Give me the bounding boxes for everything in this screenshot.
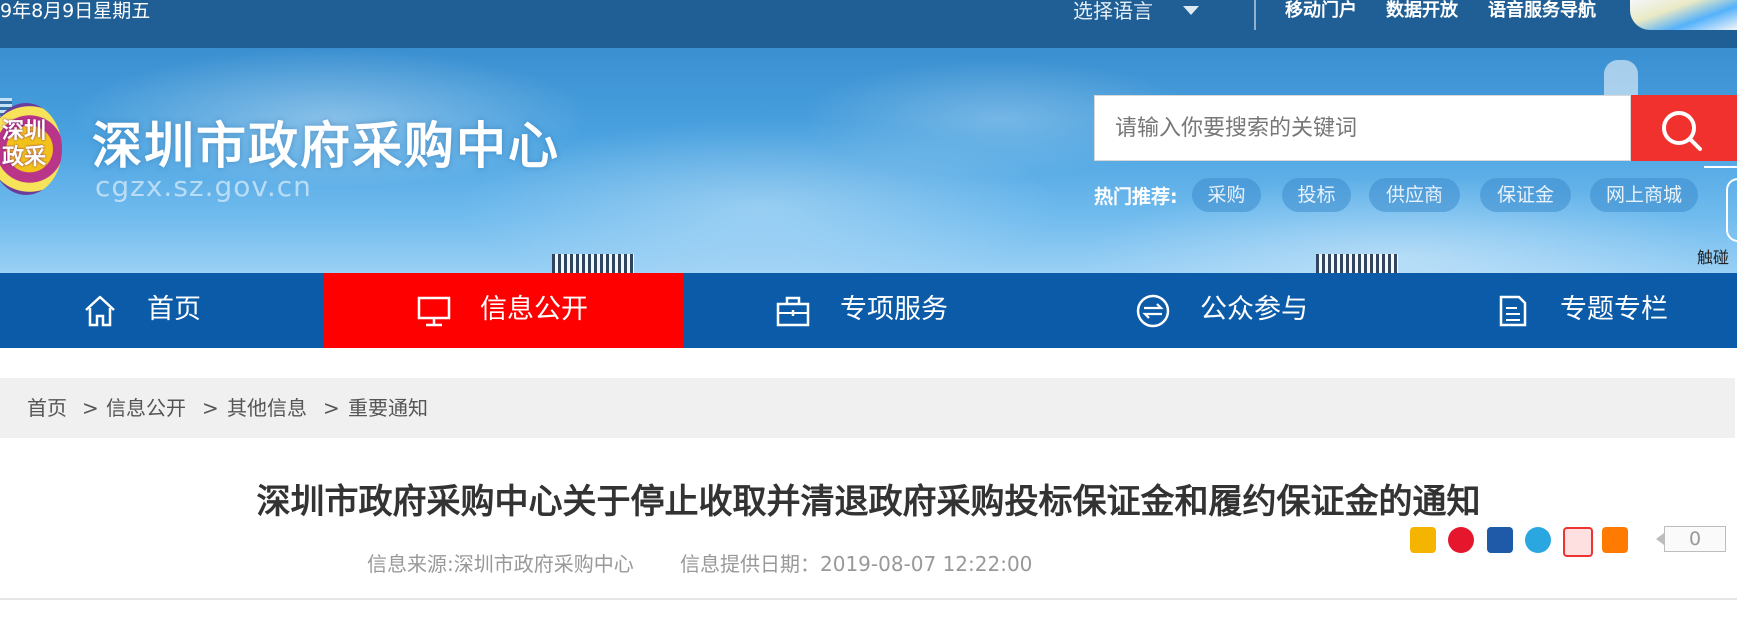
search-input[interactable] (1095, 96, 1630, 160)
nav-label: 首页 (147, 294, 201, 325)
breadcrumb-home[interactable]: 首页 (27, 378, 67, 438)
qr-code-icon (552, 254, 634, 274)
search-box (1094, 95, 1631, 161)
divider (1254, 0, 1256, 30)
douban-share-icon[interactable] (1563, 527, 1593, 557)
renren-share-icon[interactable] (1487, 527, 1513, 553)
nav-item-special-services[interactable]: 专项服务 (683, 273, 1043, 348)
hot-tag-bidding[interactable]: 投标 (1282, 178, 1351, 212)
current-date: 9年8月9日星期五 (0, 0, 151, 22)
hot-tag-supplier[interactable]: 供应商 (1369, 178, 1460, 212)
divider (0, 598, 1737, 600)
breadcrumb-important-notice[interactable]: 重要通知 (348, 378, 428, 438)
tqq-share-icon[interactable] (1525, 527, 1551, 553)
breadcrumb-info-public[interactable]: 信息公开 (106, 378, 186, 438)
article-date: 信息提供日期：2019-08-07 12:22:00 (680, 552, 1033, 576)
arrow-left-icon (1704, 166, 1737, 168)
article-title: 深圳市政府采购中心关于停止收取并清退政府采购投标保证金和履约保证金的通知 (256, 482, 1481, 522)
exchange-icon (1136, 294, 1170, 328)
breadcrumb-separator: > (82, 396, 99, 420)
qzone-share-icon[interactable] (1410, 527, 1436, 553)
shenzhen-china-logo[interactable] (1630, 0, 1737, 30)
monitor-icon (417, 296, 451, 327)
hot-tag-deposit[interactable]: 保证金 (1480, 178, 1571, 212)
mobile-portal-link[interactable]: 移动门户 (1285, 0, 1357, 22)
hot-tag-procurement[interactable]: 采购 (1192, 178, 1261, 212)
site-domain: cgzx.sz.gov.cn (95, 170, 312, 203)
breadcrumb: 首页 > 信息公开 > 其他信息 > 重要通知 (0, 378, 1735, 438)
breadcrumb-other-info[interactable]: 其他信息 (227, 378, 307, 438)
qr-code-icon (1316, 254, 1398, 274)
open-data-link[interactable]: 数据开放 (1386, 0, 1458, 22)
more-share-icon[interactable] (1602, 527, 1628, 553)
share-count: 0 (1656, 526, 1726, 552)
main-nav: 首页 信息公开 专项服务 公众参与 专题专栏 (0, 273, 1737, 348)
header-banner: 深圳政采 深圳市政府采购中心 cgzx.sz.gov.cn 热门推荐: 采购 投… (0, 48, 1737, 274)
search-icon (1662, 111, 1702, 151)
briefcase-icon (776, 296, 810, 327)
breadcrumb-separator: > (323, 396, 340, 420)
language-select[interactable]: 选择语言 (1073, 0, 1153, 22)
document-icon (1499, 295, 1527, 327)
nav-label: 专项服务 (840, 294, 948, 325)
chevron-down-icon[interactable] (1183, 6, 1199, 15)
hot-recommend-label: 热门推荐: (1094, 186, 1178, 208)
hot-tag-online-mall[interactable]: 网上商城 (1590, 178, 1698, 212)
nav-label: 信息公开 (480, 294, 588, 325)
nav-item-special-topics[interactable]: 专题专栏 (1403, 273, 1737, 348)
breadcrumb-separator: > (202, 396, 219, 420)
logo-text: 深圳政采 (1, 118, 46, 170)
nav-item-info-public[interactable]: 信息公开 (323, 273, 683, 348)
home-icon (85, 295, 115, 327)
nav-label: 专题专栏 (1560, 294, 1668, 325)
search-button[interactable] (1631, 95, 1737, 161)
article-source: 信息来源:深圳市政府采购中心 (367, 552, 634, 576)
nav-label: 公众参与 (1200, 294, 1308, 325)
top-bar: 9年8月9日星期五 选择语言 移动门户 数据开放 语音服务导航 (0, 0, 1737, 48)
touch-label[interactable]: 触碰 (1697, 244, 1729, 268)
weibo-share-icon[interactable] (1448, 527, 1474, 553)
nav-item-public-participation[interactable]: 公众参与 (1043, 273, 1403, 348)
site-name[interactable]: 深圳市政府采购中心 (92, 106, 560, 178)
voice-navigation-link[interactable]: 语音服务导航 (1488, 0, 1596, 22)
nav-item-home[interactable]: 首页 (0, 273, 323, 348)
touch-panel-icon[interactable] (1726, 178, 1737, 242)
